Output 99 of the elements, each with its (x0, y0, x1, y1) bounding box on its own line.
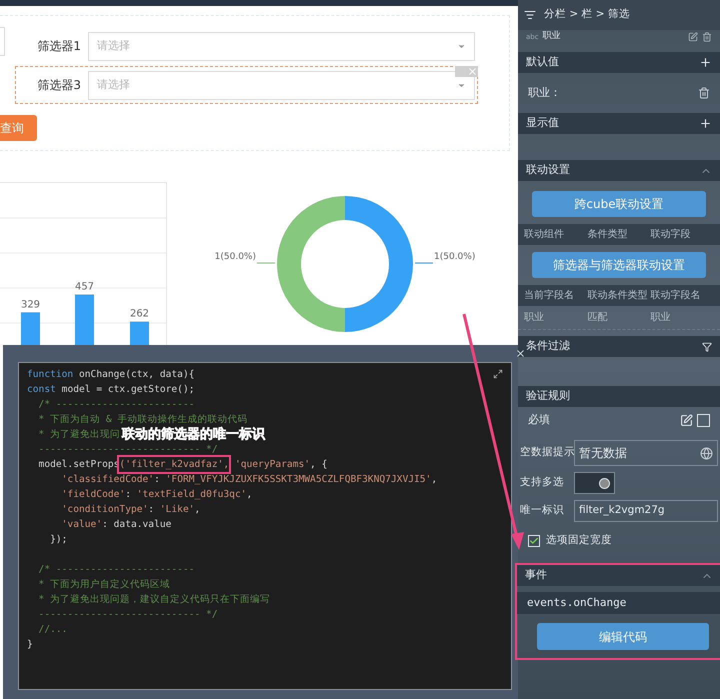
checkbox-label: 选项固定宽度 (546, 533, 612, 548)
section-header[interactable]: 联动设置 (518, 160, 720, 181)
field-label: 支持多选 (519, 475, 565, 490)
code-token: 'classifiedCode' (60, 473, 154, 487)
add-icon[interactable] (699, 117, 712, 130)
edit-icon[interactable] (688, 32, 698, 42)
code-token: * 为了避免出现问 (38, 428, 120, 442)
data-label: 1(50.0%) (214, 252, 256, 262)
field-label: 唯一标识 (519, 503, 565, 518)
input-field[interactable]: events.onChange (517, 592, 720, 614)
code-token: //... (38, 623, 68, 637)
check-icon (529, 536, 539, 546)
table-cell-text: 职业 (524, 310, 545, 325)
expand-icon[interactable] (493, 369, 503, 379)
close-icon[interactable] (515, 348, 526, 359)
code-token: } (27, 638, 33, 652)
code-token: 'Like' (160, 503, 195, 517)
code-token: , (246, 488, 252, 502)
table-cell-text: 职业 (650, 310, 672, 325)
bar (21, 312, 40, 345)
section-title: 显示值 (526, 115, 559, 132)
filter-label: 筛选器1 (36, 38, 81, 55)
column-header: 联动字段名 (650, 288, 702, 303)
default-value-item: 职业： (528, 84, 561, 101)
code-token: model = ctx.getStore(); (60, 383, 195, 397)
delete-icon[interactable] (698, 87, 710, 99)
section-title: 联动设置 (526, 162, 570, 178)
code-token: , (194, 503, 200, 517)
bar (75, 294, 94, 345)
column-header: 联动组件 (524, 228, 565, 242)
bar (130, 322, 149, 345)
code-token: : (125, 488, 132, 502)
code-token: , (431, 473, 438, 487)
filter-label: 筛选器3 (36, 77, 81, 94)
code-token: /* ------------------------ (38, 398, 195, 412)
data-label: 1(50.0%) (434, 252, 476, 262)
code-token: 'textField_d0fu3qc' (136, 488, 247, 502)
code-token: ('filter_k2vadfaz', (119, 457, 230, 472)
section-title: 条件过滤 (526, 338, 570, 354)
code-token: function (27, 368, 74, 382)
code-token: 'fieldCode' (60, 488, 126, 502)
select-placeholder: 请选择 (97, 76, 130, 93)
code-token: : data.value (102, 518, 172, 532)
code-token: onChange(ctx, data){ (78, 368, 195, 382)
code-token: /* ------------------------ (38, 563, 195, 577)
leader-line (256, 262, 276, 264)
globe-icon[interactable] (700, 446, 713, 460)
input-field[interactable] (0, 27, 5, 56)
field-label: 空数据提示 (519, 445, 574, 460)
annotation-label: 联动的筛选器的唯一标识 (122, 427, 266, 442)
filter-icon[interactable] (702, 342, 712, 352)
code-token: : (148, 503, 156, 517)
column-header: 条件类型 (587, 228, 628, 242)
selected-filter-box[interactable]: 筛选器3 请选择 (15, 66, 478, 104)
code-token: ---------------------------- */ (38, 443, 218, 457)
table-cell-text: 匹配 (587, 311, 608, 325)
code-token: }); (49, 533, 68, 547)
delete-icon[interactable] (702, 32, 712, 42)
section-title: 验证规则 (526, 388, 570, 404)
code-token: , { (310, 458, 328, 472)
code-token: * 下面为自动 & 手动联动操作生成的联动代码 (38, 413, 248, 426)
section-header[interactable]: 验证规则 (518, 386, 720, 407)
code-token: * 下面为用户自定义代码区域 (38, 578, 170, 592)
code-token: 'conditionType' (60, 503, 148, 517)
section-header[interactable]: 显示值 (518, 113, 720, 134)
section-title: 默认值 (526, 54, 559, 70)
add-icon[interactable] (699, 56, 712, 69)
input-field[interactable]: filter_k2vgm27g (574, 500, 718, 522)
code-token: 'value' (60, 518, 102, 532)
field-label: 必填 (528, 412, 550, 428)
code-token: ---------------------------- */ (38, 608, 218, 622)
input-field[interactable]: 暂无数据 (574, 440, 718, 466)
filter-row[interactable]: 筛选器1 请选择 (15, 27, 478, 65)
section-header[interactable]: 条件过滤 (518, 336, 720, 357)
checkbox[interactable] (697, 414, 710, 427)
code-token: 'queryParams' (234, 458, 310, 472)
code-token: * 为了避免出现问题，建议自定义代码只在下面编写 (38, 593, 270, 607)
select-placeholder: 请选择 (97, 38, 130, 54)
menu-icon[interactable] (524, 9, 536, 21)
section-header[interactable]: 事件 (517, 565, 720, 586)
column-header: 当前字段名 (524, 288, 575, 303)
leader-line (414, 262, 434, 264)
code-token: model.setProps (38, 458, 120, 472)
field-value: filter_k2vgm27g (579, 503, 665, 518)
code-token: 'FORM_VFYJKJZUXFK5SSKT3MWA5CZLFQBF3KNQ7JXVJI5' (166, 473, 432, 487)
section-title: 事件 (525, 567, 547, 584)
toggle-switch[interactable] (574, 472, 615, 494)
code-token: const (27, 383, 56, 397)
data-label: 457 (74, 282, 94, 293)
column-header: 联动条件类型 (587, 288, 648, 303)
code-token: : (154, 473, 161, 487)
data-label: 329 (20, 299, 40, 310)
field-value: events.onChange (527, 594, 626, 611)
field-name: 职业 (542, 30, 561, 44)
data-label: 262 (130, 308, 150, 320)
column-header: 联动字段 (650, 228, 692, 242)
checkbox[interactable] (528, 535, 540, 547)
section-header[interactable]: 默认值 (518, 52, 720, 73)
field-value: 暂无数据 (579, 445, 627, 462)
